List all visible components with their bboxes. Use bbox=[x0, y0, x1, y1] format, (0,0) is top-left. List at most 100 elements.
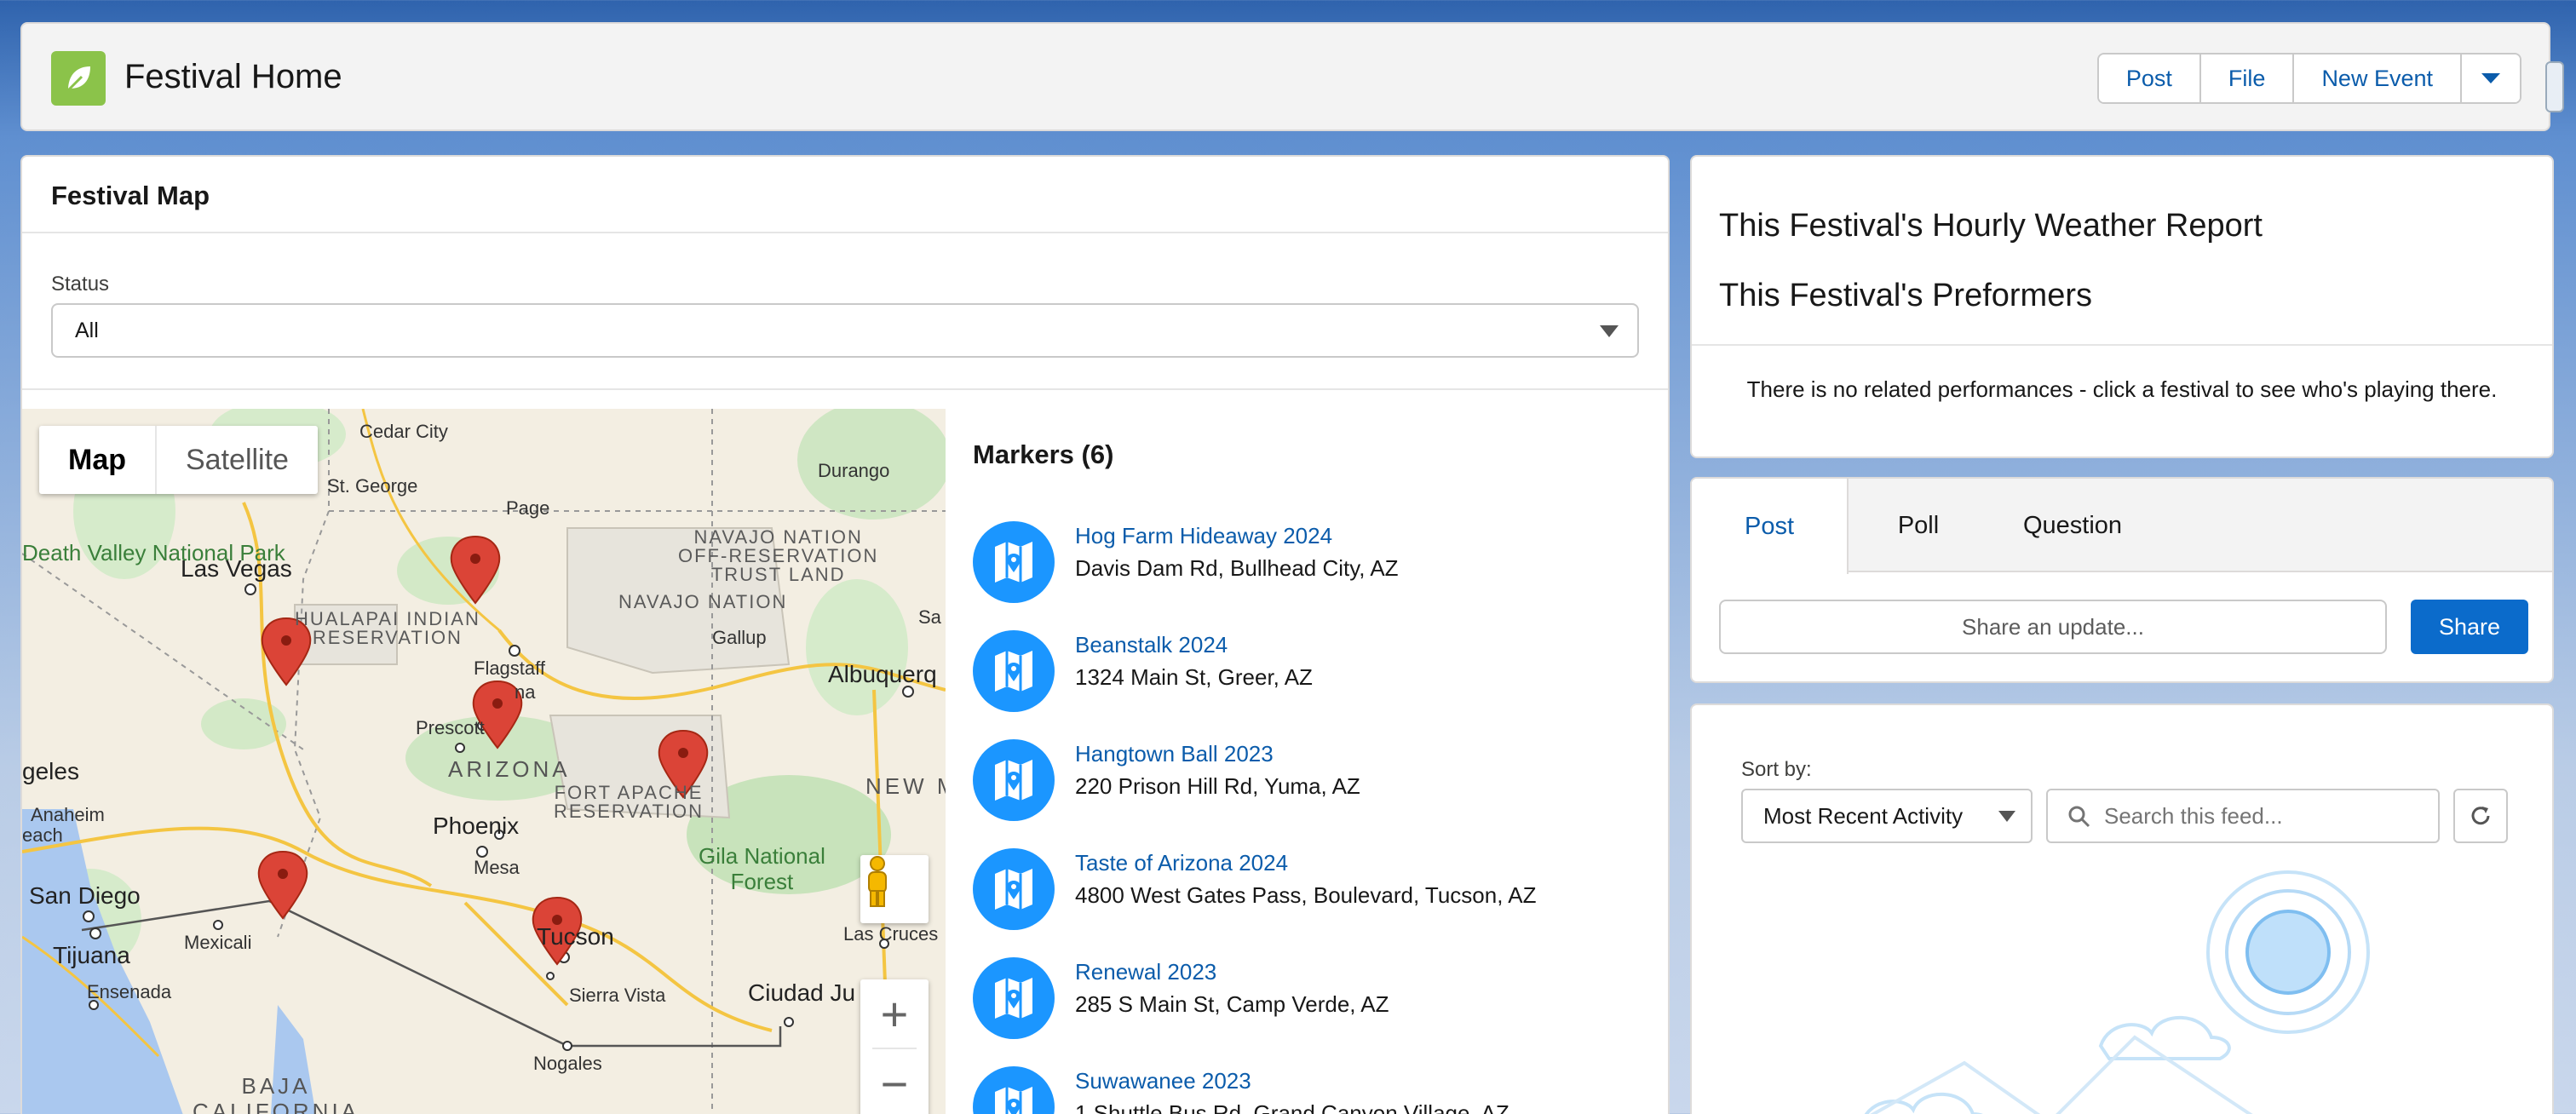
map-marker-icon bbox=[973, 521, 1055, 603]
zoom-out-button[interactable]: − bbox=[860, 1049, 929, 1114]
marker-name-link[interactable]: Suwawanee 2023 bbox=[1075, 1068, 1251, 1094]
sort-by-label: Sort by: bbox=[1741, 758, 1812, 781]
map-type-control: Map Satellite bbox=[39, 426, 318, 494]
map-label: ARIZONA bbox=[448, 756, 571, 782]
marker-list-item[interactable]: Suwawanee 2023 1 Shuttle Bus Rd, Grand Ca… bbox=[973, 1063, 1654, 1114]
status-select[interactable]: All bbox=[51, 303, 1639, 358]
map-label: NAVAJO NATION bbox=[618, 591, 788, 612]
zoom-control: + − bbox=[860, 979, 929, 1114]
publisher-tabs: Post Poll Question bbox=[1692, 479, 2552, 574]
marker-name-link[interactable]: Hangtown Ball 2023 bbox=[1075, 741, 1274, 767]
marker-address: 4800 West Gates Pass, Boulevard, Tucson,… bbox=[1075, 882, 1537, 908]
map-label: each bbox=[22, 824, 63, 846]
refresh-button[interactable] bbox=[2453, 789, 2508, 843]
festival-map-card: Festival Map Status All Map Satellite Ce… bbox=[20, 155, 1670, 1114]
performers-empty-message: There is no related performances - click… bbox=[1746, 376, 2498, 402]
map-canvas[interactable]: Map Satellite Cedar City St. George Page… bbox=[22, 409, 946, 1114]
map-label: Ensenada bbox=[87, 981, 172, 1002]
street-view-pegman-icon[interactable] bbox=[860, 855, 929, 923]
marker-list-item[interactable]: Beanstalk 2024 1324 Main St, Greer, AZ bbox=[973, 627, 1654, 712]
map-label: Durango bbox=[818, 460, 890, 481]
search-icon bbox=[2068, 806, 2090, 828]
map-label: NAVAJO NATION OFF-RESERVATION TRUST LAND bbox=[678, 526, 879, 585]
tab-poll[interactable]: Poll bbox=[1859, 479, 1978, 572]
map-label: Gila National Forest bbox=[699, 843, 825, 894]
map-type-satellite-button[interactable]: Satellite bbox=[157, 426, 318, 494]
map-label: Nogales bbox=[533, 1053, 602, 1074]
map-marker-icon bbox=[973, 957, 1055, 1039]
map-label: Las Vegas bbox=[181, 555, 292, 582]
map-label: St. George bbox=[327, 475, 418, 497]
map-label: Ciudad Ju bbox=[748, 979, 856, 1006]
leaf-icon bbox=[51, 51, 106, 106]
map-label: Flagstaff bbox=[474, 657, 545, 679]
share-button[interactable]: Share bbox=[2411, 600, 2528, 654]
marker-list-item[interactable]: Renewal 2023 285 S Main St, Camp Verde, A… bbox=[973, 954, 1654, 1039]
sort-value: Most Recent Activity bbox=[1763, 802, 1964, 829]
feed-search-placeholder: Search this feed... bbox=[2104, 802, 2283, 829]
map-label: Mesa bbox=[474, 857, 520, 878]
map-label: Albuquerq bbox=[828, 661, 937, 687]
map-label: Mexicali bbox=[184, 932, 252, 953]
empty-feed-illustration bbox=[1864, 870, 2370, 1114]
page-header: Festival Home Post File New Event bbox=[20, 22, 2564, 131]
post-button[interactable]: Post bbox=[2098, 55, 2201, 102]
filter-area: Status All bbox=[22, 232, 1668, 390]
marker-address: 285 S Main St, Camp Verde, AZ bbox=[1075, 991, 1389, 1017]
divider bbox=[1692, 344, 2552, 346]
marker-name-link[interactable]: Taste of Arizona 2024 bbox=[1075, 850, 1288, 876]
utility-edge-tab[interactable] bbox=[2545, 61, 2564, 112]
map-label: Phoenix bbox=[433, 813, 520, 839]
markers-title: Markers (6) bbox=[973, 439, 1114, 469]
tab-question[interactable]: Question bbox=[2000, 479, 2145, 572]
map-label: Gallup bbox=[712, 627, 767, 648]
map-marker-icon bbox=[973, 739, 1055, 821]
publisher-card: Post Poll Question Share an update... Sh… bbox=[1690, 477, 2554, 683]
map-label: na bbox=[515, 681, 536, 703]
new-event-button[interactable]: New Event bbox=[2294, 55, 2462, 102]
map-label: Anaheim bbox=[31, 804, 105, 825]
zoom-in-button[interactable]: + bbox=[860, 979, 929, 1048]
marker-list-item[interactable]: Taste of Arizona 2024 4800 West Gates Pas… bbox=[973, 845, 1654, 930]
feed-search-input[interactable]: Search this feed... bbox=[2046, 789, 2440, 843]
map-label: San Diego bbox=[29, 882, 141, 909]
marker-name-link[interactable]: Beanstalk 2024 bbox=[1075, 632, 1228, 658]
feed-card: Sort by: Most Recent Activity Search thi… bbox=[1690, 703, 2554, 1114]
tab-post[interactable]: Post bbox=[1692, 479, 1849, 574]
sort-select[interactable]: Most Recent Activity bbox=[1741, 789, 2033, 843]
marker-list-item[interactable]: Hangtown Ball 2023 220 Prison Hill Rd, Yu… bbox=[973, 736, 1654, 821]
page-title: Festival Home bbox=[124, 58, 342, 95]
map-label: Cedar City bbox=[359, 421, 448, 442]
marker-name-link[interactable]: Renewal 2023 bbox=[1075, 959, 1216, 985]
chevron-down-icon bbox=[2481, 73, 2500, 83]
marker-address: Davis Dam Rd, Bullhead City, AZ bbox=[1075, 555, 1399, 581]
marker-name-link[interactable]: Hog Farm Hideaway 2024 bbox=[1075, 523, 1332, 549]
chevron-down-icon bbox=[1600, 325, 1619, 337]
map-label: HUALAPAI INDIAN RESERVATION bbox=[295, 608, 480, 648]
map-label: Sa bbox=[918, 606, 941, 628]
refresh-icon bbox=[2471, 807, 2490, 825]
performers-title: This Festival's Preformers bbox=[1719, 278, 2093, 313]
map-label: BAJA CALIFORNIA bbox=[193, 1073, 360, 1114]
map-label: NEW M bbox=[865, 773, 946, 799]
weather-report-title: This Festival's Hourly Weather Report bbox=[1719, 208, 2263, 244]
festival-info-card: This Festival's Hourly Weather Report Th… bbox=[1690, 155, 2554, 458]
map-marker-icon bbox=[973, 630, 1055, 712]
chevron-down-icon bbox=[1998, 811, 2015, 822]
map-type-map-button[interactable]: Map bbox=[39, 426, 157, 494]
map-label: Tucson bbox=[537, 923, 614, 950]
file-button[interactable]: File bbox=[2200, 55, 2295, 102]
marker-address: 220 Prison Hill Rd, Yuma, AZ bbox=[1075, 773, 1360, 799]
map-label: Prescott bbox=[416, 717, 485, 738]
markers-list: Markers (6) Hog Farm Hideaway 2024 Davis … bbox=[946, 409, 1668, 1114]
status-label: Status bbox=[51, 273, 110, 296]
map-pin[interactable] bbox=[257, 850, 308, 920]
marker-address: 1 Shuttle Bus Rd, Grand Canyon Village, … bbox=[1075, 1100, 1509, 1114]
share-update-input[interactable]: Share an update... bbox=[1719, 600, 2387, 654]
more-actions-button[interactable] bbox=[2462, 55, 2520, 102]
marker-list-item[interactable]: Hog Farm Hideaway 2024 Davis Dam Rd, Bull… bbox=[973, 518, 1654, 603]
map-label: Las Cruces bbox=[843, 923, 939, 945]
map-marker-icon bbox=[973, 1066, 1055, 1114]
status-value: All bbox=[75, 318, 99, 342]
map-label: Tijuana bbox=[53, 942, 130, 968]
